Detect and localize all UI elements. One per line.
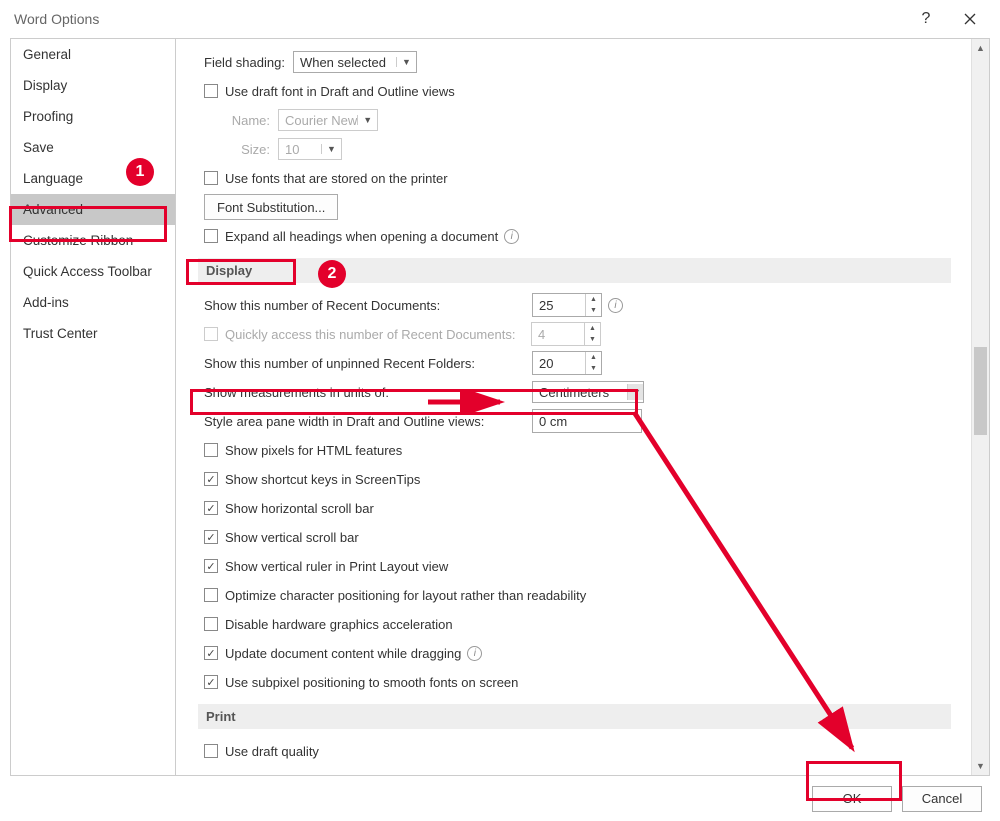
window-title: Word Options bbox=[14, 11, 904, 27]
info-icon[interactable] bbox=[467, 646, 482, 661]
sidebar-item-customize-ribbon[interactable]: Customize Ribbon bbox=[11, 225, 175, 256]
quick-access-label: Quickly access this number of Recent Doc… bbox=[225, 327, 523, 342]
font-size-select: 10 ▼ bbox=[278, 138, 342, 160]
spinner-down-icon[interactable]: ▼ bbox=[586, 305, 601, 316]
sidebar-item-language[interactable]: Language bbox=[11, 163, 175, 194]
units-select[interactable]: Centimeters ▼ bbox=[532, 381, 644, 403]
info-icon[interactable] bbox=[504, 229, 519, 244]
draft-font-checkbox[interactable] bbox=[204, 84, 218, 98]
spinner-up-icon[interactable]: ▲ bbox=[586, 352, 601, 363]
font-substitution-button[interactable]: Font Substitution... bbox=[204, 194, 338, 220]
scrollbar-thumb[interactable] bbox=[974, 347, 987, 435]
sidebar-item-quick-access-toolbar[interactable]: Quick Access Toolbar bbox=[11, 256, 175, 287]
dialog-footer: OK Cancel bbox=[0, 776, 1000, 821]
scroll-up-icon[interactable]: ▲ bbox=[972, 39, 989, 57]
draft-font-label: Use draft font in Draft and Outline view… bbox=[225, 84, 455, 99]
recent-docs-label: Show this number of Recent Documents: bbox=[204, 298, 524, 313]
style-pane-label: Style area pane width in Draft and Outli… bbox=[204, 414, 524, 429]
help-button[interactable]: ? bbox=[904, 4, 948, 34]
quick-access-checkbox[interactable] bbox=[204, 327, 218, 341]
quick-access-spinner: 4 ▲▼ bbox=[531, 322, 601, 346]
chevron-down-icon: ▼ bbox=[357, 115, 373, 125]
field-shading-label: Field shading: bbox=[204, 55, 285, 70]
ok-button[interactable]: OK bbox=[812, 786, 892, 812]
close-button[interactable] bbox=[948, 4, 992, 34]
cancel-button[interactable]: Cancel bbox=[902, 786, 982, 812]
sidebar-item-save[interactable]: Save bbox=[11, 132, 175, 163]
printer-fonts-checkbox[interactable] bbox=[204, 171, 218, 185]
annotation-arrow-2 bbox=[630, 408, 870, 764]
sidebar-item-add-ins[interactable]: Add-ins bbox=[11, 287, 175, 318]
font-size-label: Size: bbox=[226, 142, 270, 157]
info-icon[interactable] bbox=[608, 298, 623, 313]
subpixel-checkbox[interactable] bbox=[204, 675, 218, 689]
scroll-down-icon[interactable]: ▼ bbox=[972, 757, 989, 775]
title-bar: Word Options ? bbox=[0, 0, 1000, 38]
sidebar-item-advanced[interactable]: Advanced bbox=[11, 194, 175, 225]
annotation-arrow-1 bbox=[426, 390, 512, 414]
sidebar: General Display Proofing Save Language A… bbox=[10, 38, 176, 776]
sidebar-item-trust-center[interactable]: Trust Center bbox=[11, 318, 175, 349]
font-name-select: Courier New ▼ bbox=[278, 109, 378, 131]
style-pane-input[interactable]: 0 cm bbox=[532, 409, 642, 433]
spinner-down-icon[interactable]: ▼ bbox=[586, 363, 601, 374]
draft-quality-checkbox[interactable] bbox=[204, 744, 218, 758]
field-shading-select[interactable]: When selected ▼ bbox=[293, 51, 417, 73]
sidebar-item-display[interactable]: Display bbox=[11, 70, 175, 101]
pixels-html-checkbox[interactable] bbox=[204, 443, 218, 457]
sidebar-item-general[interactable]: General bbox=[11, 39, 175, 70]
expand-headings-label: Expand all headings when opening a docum… bbox=[225, 229, 498, 244]
recent-docs-spinner[interactable]: 25 ▲▼ bbox=[532, 293, 602, 317]
chevron-down-icon: ▼ bbox=[627, 384, 643, 400]
optimize-pos-checkbox[interactable] bbox=[204, 588, 218, 602]
printer-fonts-label: Use fonts that are stored on the printer bbox=[225, 171, 448, 186]
close-icon bbox=[964, 13, 976, 25]
recent-folders-spinner[interactable]: 20 ▲▼ bbox=[532, 351, 602, 375]
shortcut-keys-checkbox[interactable] bbox=[204, 472, 218, 486]
chevron-down-icon: ▼ bbox=[321, 144, 337, 154]
vscroll-checkbox[interactable] bbox=[204, 530, 218, 544]
font-name-label: Name: bbox=[226, 113, 270, 128]
update-drag-checkbox[interactable] bbox=[204, 646, 218, 660]
recent-folders-label: Show this number of unpinned Recent Fold… bbox=[204, 356, 524, 371]
display-section-heading: Display bbox=[198, 258, 951, 283]
disable-hw-checkbox[interactable] bbox=[204, 617, 218, 631]
vertical-scrollbar[interactable]: ▲ ▼ bbox=[971, 39, 989, 775]
sidebar-item-proofing[interactable]: Proofing bbox=[11, 101, 175, 132]
expand-headings-checkbox[interactable] bbox=[204, 229, 218, 243]
vruler-checkbox[interactable] bbox=[204, 559, 218, 573]
chevron-down-icon: ▼ bbox=[396, 57, 412, 67]
hscroll-checkbox[interactable] bbox=[204, 501, 218, 515]
spinner-up-icon[interactable]: ▲ bbox=[586, 294, 601, 305]
